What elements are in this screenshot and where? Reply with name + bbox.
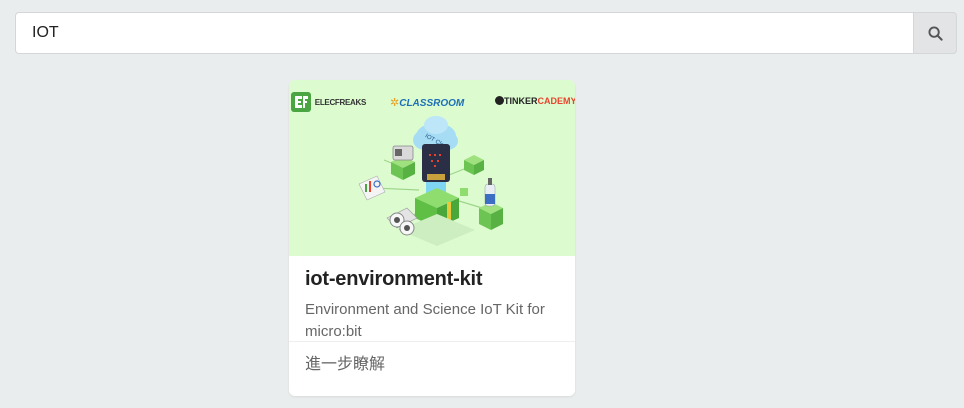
search-button[interactable] [913, 12, 957, 54]
card-title: iot-environment-kit [305, 268, 483, 290]
card-image: ELECFREAKS ✲CLASSROOM TINKERCADEMY IOT C… [289, 80, 575, 256]
card-description: Environment and Science IoT Kit for micr… [305, 301, 545, 340]
iot-kit-illustration: IOT Cloud [358, 116, 503, 246]
learn-more-link[interactable]: 進一步瞭解 [289, 341, 575, 396]
card-content: iot-environment-kit Environment and Scie… [289, 256, 575, 341]
search-input[interactable] [15, 12, 913, 54]
search-icon [927, 25, 943, 41]
learn-more-label: 進一步瞭解 [305, 356, 386, 373]
extension-card[interactable]: ELECFREAKS ✲CLASSROOM TINKERCADEMY IOT C… [289, 80, 575, 396]
search-bar [15, 12, 957, 54]
